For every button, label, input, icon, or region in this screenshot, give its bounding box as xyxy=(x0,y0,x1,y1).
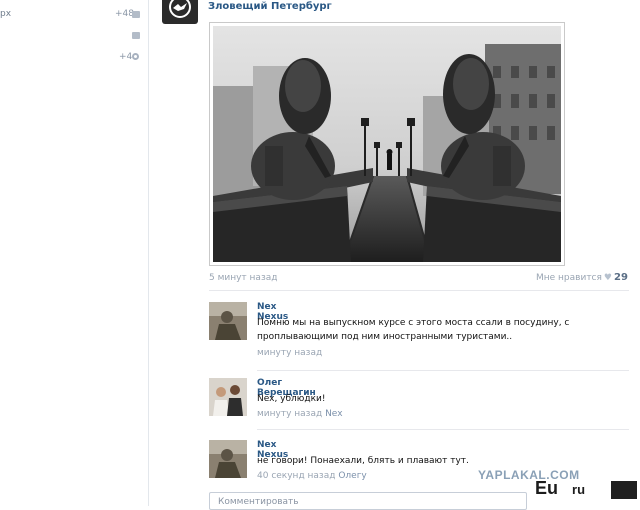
gear-icon[interactable] xyxy=(132,53,139,60)
left-count-mid: +4 xyxy=(119,52,133,62)
comment-time[interactable]: 40 секунд назад Олегу xyxy=(257,471,367,481)
watermark-logo: Eu ru xyxy=(535,478,586,498)
commenter-avatar[interactable] xyxy=(209,378,247,416)
group-name-link[interactable]: Зловещий Петербург xyxy=(208,1,332,12)
left-column: рх +48 +4 xyxy=(0,0,149,506)
comment-time[interactable]: минуту назад xyxy=(257,348,322,358)
like-label: Мне нравится xyxy=(536,273,602,283)
comment-text: Nex, ублюдки! xyxy=(257,394,326,404)
divider xyxy=(257,429,629,430)
heart-icon: ♥ xyxy=(603,273,612,283)
comment-text: Помню мы на выпускном курсе с этого мост… xyxy=(257,318,570,342)
divider xyxy=(209,290,629,291)
message-icon[interactable] xyxy=(132,32,140,39)
comment-input[interactable]: Комментировать xyxy=(209,492,527,510)
commenter-avatar[interactable] xyxy=(209,302,247,340)
divider xyxy=(257,370,629,371)
like-count: 29 xyxy=(614,272,628,283)
watermark-mark xyxy=(611,481,637,499)
group-avatar[interactable] xyxy=(162,0,198,24)
bridge-lions-photo xyxy=(213,26,561,262)
like-button[interactable]: Мне нравится ♥ 29 xyxy=(536,272,628,283)
commenter-avatar[interactable] xyxy=(209,440,247,478)
left-partial-label[interactable]: рх xyxy=(0,9,11,19)
camera-icon[interactable] xyxy=(132,11,140,18)
reply-to-link: Nex xyxy=(325,409,343,419)
reply-to-link: Олегу xyxy=(338,471,367,481)
comment-time[interactable]: минуту назад Nex xyxy=(257,409,343,419)
post-photo[interactable] xyxy=(209,22,565,266)
post-time[interactable]: 5 минут назад xyxy=(209,273,277,283)
comment-text: не говори! Понаехали, блять и плавают ту… xyxy=(257,456,469,466)
